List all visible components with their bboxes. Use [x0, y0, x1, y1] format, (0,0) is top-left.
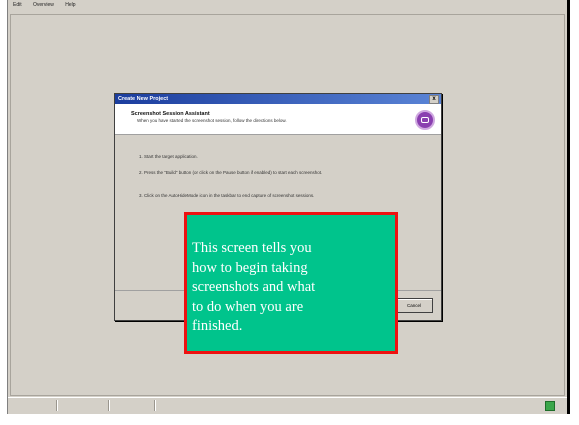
project-logo-icon	[415, 110, 435, 130]
menu-overview[interactable]: Overview	[33, 2, 54, 8]
callout-line: to do when you are	[192, 298, 304, 315]
taskbar	[8, 397, 567, 414]
dialog-title: Create New Project	[118, 96, 169, 102]
tray-icon[interactable]	[545, 401, 555, 411]
close-icon[interactable]: x	[429, 95, 439, 104]
callout-line: This screen tells you	[192, 240, 312, 256]
menubar: Edit Overview Help	[8, 0, 567, 12]
dialog-subheading: When you have started the screenshot ses…	[137, 118, 287, 123]
callout-line: finished.	[192, 318, 243, 334]
dialog-title-bar[interactable]: Create New Project x	[115, 94, 441, 104]
callout-text: This screen tells you how to begin takin…	[192, 239, 362, 337]
callout-box: This screen tells you how to begin takin…	[184, 212, 398, 354]
cancel-button[interactable]: Cancel	[395, 298, 433, 313]
dialog-header: Screenshot Session Assistant When you ha…	[115, 104, 441, 135]
step-3: 3. Click on the AutoHideMode icon in the…	[139, 193, 315, 198]
menu-help[interactable]: Help	[65, 2, 75, 8]
menu-edit[interactable]: Edit	[13, 2, 22, 8]
callout-line: screenshots and what	[192, 279, 316, 295]
step-2: 2. Press the "Build" button (or click on…	[139, 170, 323, 175]
step-1: 1. Start the target application.	[139, 154, 198, 159]
taskbar-separator	[154, 400, 156, 411]
taskbar-separator	[108, 400, 110, 411]
callout-line: how to begin taking	[192, 259, 308, 276]
dialog-heading: Screenshot Session Assistant	[131, 111, 210, 117]
taskbar-separator	[56, 400, 58, 411]
